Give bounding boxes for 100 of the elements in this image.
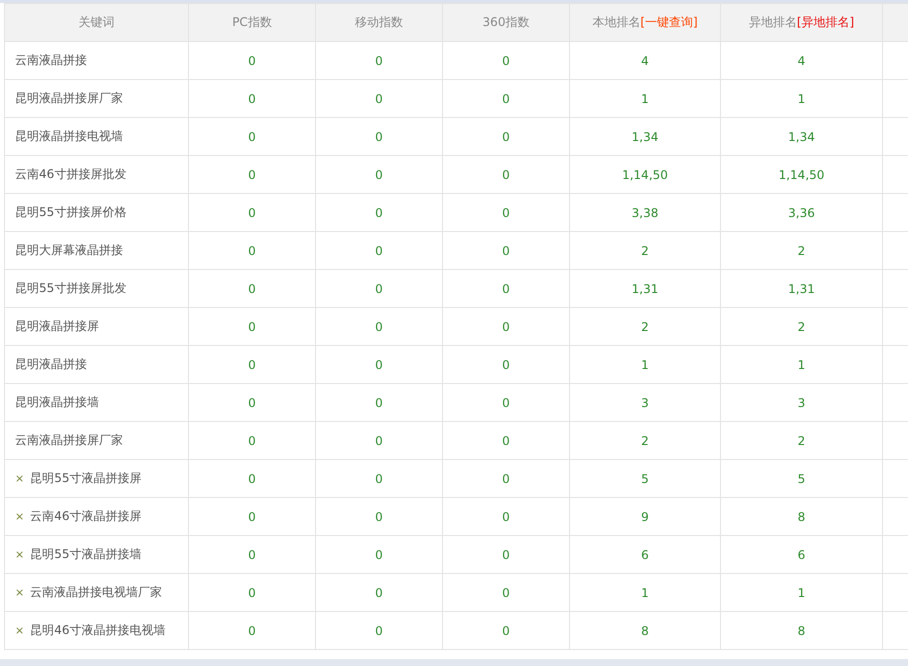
table-cell: 0: [442, 118, 570, 156]
keyword-text: 昆明液晶拼接屏厂家: [15, 90, 123, 107]
keyword-text: 昆明55寸液晶拼接屏: [30, 470, 142, 487]
table-cell: 1,14,50: [720, 156, 882, 194]
table-cell: 0: [188, 80, 316, 118]
header-link[interactable]: [一键查询]: [640, 14, 698, 31]
table-cell: 0: [316, 42, 442, 80]
table-cell: 1,34: [570, 118, 720, 156]
keyword-text: 昆明55寸液晶拼接墙: [30, 546, 142, 563]
table-cell: 0: [442, 384, 570, 422]
table-cell: 0: [316, 384, 442, 422]
table-cell: 1,31: [720, 270, 882, 308]
table-cell: 0: [442, 156, 570, 194]
table-cell: 0: [442, 536, 570, 574]
remove-button[interactable]: ×: [15, 548, 24, 561]
table-cell: 0: [188, 574, 316, 612]
table-cell: 8: [720, 498, 882, 536]
keyword-text: 昆明46寸液晶拼接电视墙: [30, 622, 166, 639]
table-cell: 5: [720, 460, 882, 498]
table-cell: 0: [442, 422, 570, 460]
table-cell: 2: [720, 308, 882, 346]
table-cell: 2: [720, 422, 882, 460]
table-cell: 6: [720, 536, 882, 574]
column-header: 360指数: [442, 4, 570, 42]
table-cell: 0: [316, 612, 442, 650]
table-cell: 1: [570, 574, 720, 612]
keyword-text: 昆明大屏幕液晶拼接: [15, 242, 123, 259]
remove-button[interactable]: ×: [15, 510, 24, 523]
table-cell: 2: [570, 422, 720, 460]
keyword-text: 云南液晶拼接电视墙厂家: [30, 584, 162, 601]
keyword-text: 云南液晶拼接: [15, 52, 87, 69]
remove-button[interactable]: ×: [15, 472, 24, 485]
table-cell: 0: [316, 80, 442, 118]
table-cell: 1,31: [570, 270, 720, 308]
keyword-text: 云南46寸液晶拼接屏: [30, 508, 142, 525]
table-cell: 0: [442, 232, 570, 270]
keyword-text: 昆明55寸拼接屏价格: [15, 204, 126, 221]
table-cell: 0: [316, 232, 442, 270]
table-cell: 0: [316, 536, 442, 574]
keyword-text: 云南液晶拼接屏厂家: [15, 432, 123, 449]
table-cell: 0: [188, 194, 316, 232]
table-cell: 0: [316, 498, 442, 536]
table-cell: 0: [188, 498, 316, 536]
table-cell: 0: [442, 270, 570, 308]
table-cell: 0: [316, 118, 442, 156]
table-cell: 0: [316, 422, 442, 460]
table-cell: 1: [720, 346, 882, 384]
table-cell: 0: [442, 612, 570, 650]
column-header: PC指数: [188, 4, 316, 42]
table-cell: 0: [188, 42, 316, 80]
header-link[interactable]: [异地排名]: [796, 14, 854, 31]
table-cell: 6: [570, 536, 720, 574]
table-cell: 0: [442, 460, 570, 498]
table-cell: 0: [442, 346, 570, 384]
table-cell: 0: [188, 308, 316, 346]
table-cell: 0: [316, 194, 442, 232]
table-cell: 1: [570, 346, 720, 384]
keyword-text: 昆明液晶拼接墙: [15, 394, 99, 411]
column-header: 移动指数: [316, 4, 442, 42]
remove-button[interactable]: ×: [15, 586, 24, 599]
column-header: 关键词: [4, 4, 188, 42]
table-cell: 3: [720, 384, 882, 422]
table-cell: 0: [188, 232, 316, 270]
table-cell: 3: [570, 384, 720, 422]
table-cell: 2: [570, 308, 720, 346]
table-cell: 1: [720, 80, 882, 118]
table-cell: 0: [316, 156, 442, 194]
table-cell: 1: [570, 80, 720, 118]
table-cell: 0: [188, 460, 316, 498]
table-cell: 0: [442, 574, 570, 612]
table-cell: 4: [720, 42, 882, 80]
header-label: 异地排名: [748, 14, 797, 31]
table-cell: 1,34: [720, 118, 882, 156]
table-cell: 0: [316, 574, 442, 612]
table-cell: 0: [442, 42, 570, 80]
table-cell: 0: [442, 80, 570, 118]
table-cell: 3,38: [570, 194, 720, 232]
table-cell: 0: [316, 460, 442, 498]
table-cell: 0: [316, 270, 442, 308]
remove-button[interactable]: ×: [15, 624, 24, 637]
table-cell: 0: [188, 118, 316, 156]
table-cell: 8: [720, 612, 882, 650]
table-cell: 2: [720, 232, 882, 270]
table-cell: 2: [570, 232, 720, 270]
table-cell: 0: [316, 346, 442, 384]
table-cell: 0: [188, 156, 316, 194]
table-cell: 5: [570, 460, 720, 498]
table-cell: 1,14,50: [570, 156, 720, 194]
keyword-text: 云南46寸拼接屏批发: [15, 166, 126, 183]
table-cell: 1: [720, 574, 882, 612]
table-cell: 8: [570, 612, 720, 650]
table-cell: 0: [442, 308, 570, 346]
table-cell: 0: [442, 194, 570, 232]
table-cell: 0: [188, 346, 316, 384]
table-cell: 4: [570, 42, 720, 80]
keyword-text: 昆明液晶拼接电视墙: [15, 128, 123, 145]
keyword-text: 昆明液晶拼接屏: [15, 318, 99, 335]
table-cell: 0: [188, 612, 316, 650]
table-cell: 0: [188, 536, 316, 574]
keyword-text: 昆明液晶拼接: [15, 356, 87, 373]
